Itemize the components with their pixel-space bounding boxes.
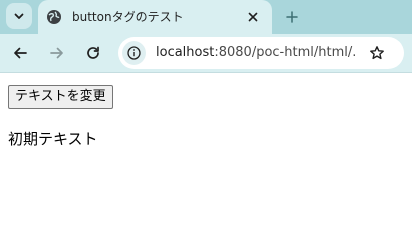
site-info-icon	[127, 46, 141, 60]
display-text: 初期テキスト	[8, 130, 98, 148]
new-tab-button[interactable]	[280, 5, 304, 29]
change-text-button[interactable]: テキストを変更	[8, 85, 113, 109]
chevron-down-icon	[14, 13, 24, 19]
back-button[interactable]	[9, 42, 31, 64]
url-host: localhost	[156, 45, 215, 60]
browser-toolbar: localhost:8080/poc-html/html/...	[0, 34, 412, 73]
tab-strip: buttonタグのテスト	[0, 0, 412, 34]
url-text: localhost:8080/poc-html/html/...	[156, 45, 356, 61]
forward-button[interactable]	[46, 42, 68, 64]
site-info-button[interactable]	[122, 41, 146, 65]
tab-list-button[interactable]	[6, 3, 32, 29]
globe-icon	[47, 10, 61, 24]
page-content: テキストを変更 初期テキスト	[0, 73, 412, 204]
tab-title: buttonタグのテスト	[72, 10, 184, 24]
url-path: :8080/poc-html/html/...	[214, 45, 356, 60]
arrow-left-icon	[14, 47, 27, 59]
tab-close-button[interactable]	[244, 8, 262, 26]
reload-icon	[87, 46, 99, 59]
close-icon	[248, 12, 258, 22]
reload-button[interactable]	[82, 42, 104, 64]
star-icon	[370, 46, 384, 60]
arrow-right-icon	[50, 47, 63, 59]
address-bar[interactable]: localhost:8080/poc-html/html/...	[118, 37, 404, 69]
plus-icon	[286, 11, 298, 23]
active-tab[interactable]: buttonタグのテスト	[38, 0, 272, 34]
bookmark-button[interactable]	[366, 42, 388, 64]
